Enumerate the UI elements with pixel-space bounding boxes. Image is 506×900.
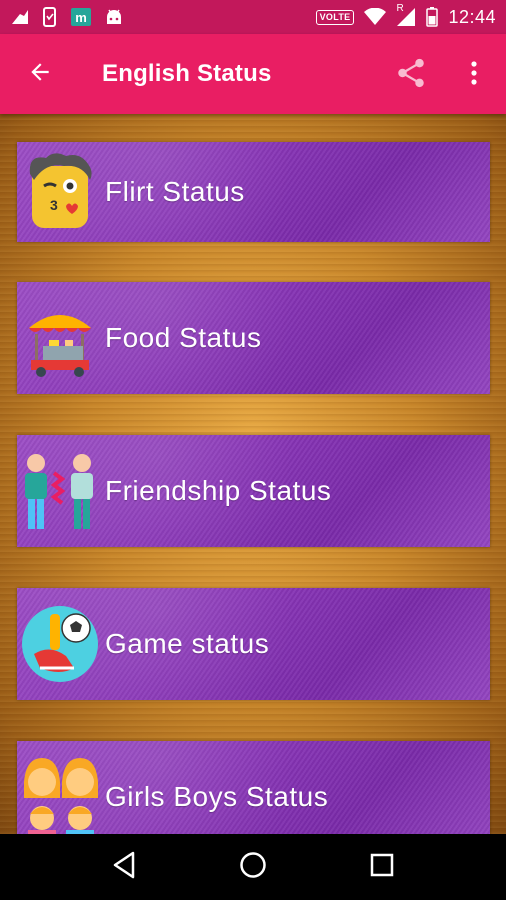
- gesture-icon: [10, 8, 30, 26]
- category-item-girls-boys[interactable]: Girls Boys Status: [17, 741, 490, 834]
- status-system: VOLTE R 12:44: [315, 3, 496, 28]
- category-item-game[interactable]: Game status: [17, 588, 490, 700]
- soccer-icon: [20, 599, 100, 689]
- nav-home-button[interactable]: [228, 842, 278, 892]
- category-label: Food Status: [105, 322, 262, 353]
- family-icon: [20, 752, 100, 834]
- food-stall-icon: [20, 293, 100, 383]
- category-list[interactable]: 3 Flirt Status Food Status Friendship St…: [0, 114, 506, 834]
- back-triangle-icon: [111, 851, 137, 884]
- status-notifications: m: [10, 7, 124, 27]
- more-vert-icon: [470, 60, 478, 91]
- recents-square-icon: [369, 852, 395, 883]
- nav-back-button[interactable]: [99, 842, 149, 892]
- category-item-friendship[interactable]: Friendship Status: [17, 435, 490, 547]
- page-title: English Status: [102, 60, 272, 87]
- nav-recents-button[interactable]: [357, 842, 407, 892]
- share-button[interactable]: [390, 54, 432, 96]
- status-bar: m VOLTE R 12:44: [0, 0, 506, 34]
- wifi-icon: [364, 8, 387, 26]
- category-label: Girls Boys Status: [105, 781, 329, 812]
- back-button[interactable]: [20, 54, 60, 94]
- roaming-indicator: R: [396, 3, 404, 14]
- signal-icon: R: [396, 3, 416, 27]
- battery-icon: [426, 7, 439, 27]
- android-icon: [104, 8, 124, 26]
- app-bar: English Status: [0, 34, 506, 114]
- flirt-emoji-icon: 3: [20, 147, 100, 237]
- svg-text:m: m: [75, 10, 87, 25]
- category-item-flirt[interactable]: 3 Flirt Status: [17, 142, 490, 242]
- friends-icon: [20, 446, 100, 536]
- clock: 12:44: [448, 6, 496, 27]
- volte-badge: VOLTE: [315, 9, 355, 25]
- category-label: Game status: [105, 628, 270, 659]
- app-m-icon: m: [70, 7, 92, 27]
- system-nav-bar: [0, 834, 506, 900]
- category-label: Friendship Status: [105, 475, 332, 506]
- share-icon: [394, 56, 428, 95]
- phone-icon: [42, 7, 58, 27]
- arrow-back-icon: [27, 59, 53, 90]
- category-label: Flirt Status: [105, 176, 245, 207]
- home-circle-icon: [238, 850, 268, 885]
- category-item-food[interactable]: Food Status: [17, 282, 490, 394]
- svg-text:3: 3: [50, 197, 58, 213]
- more-options-button[interactable]: [456, 54, 492, 96]
